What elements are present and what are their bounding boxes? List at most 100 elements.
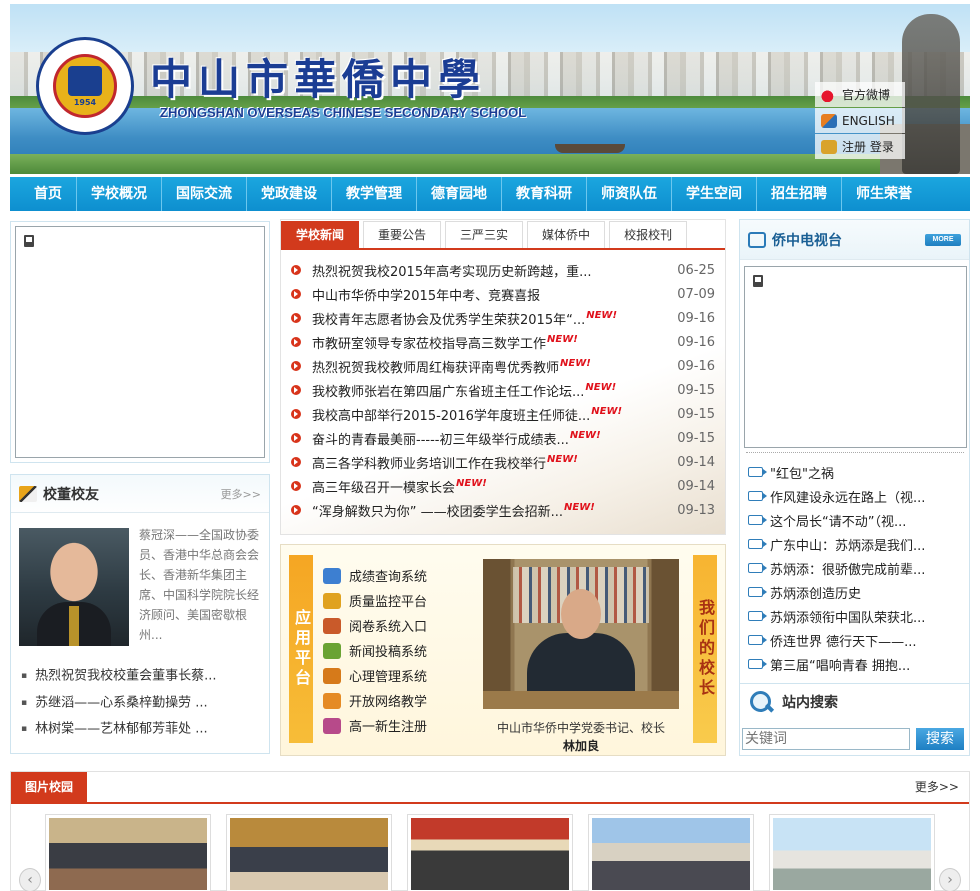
search-title: 站内搜索 <box>782 695 838 711</box>
app-link[interactable]: 高一新生注册 <box>323 713 463 738</box>
news-row[interactable]: 高三各学科教师业务培训工作在我校举行NEW! 09-14 <box>291 450 715 474</box>
nav-faculty[interactable]: 师资队伍 <box>587 177 672 211</box>
news-title[interactable]: 市教研室领导专家莅校指导高三数学工作NEW! <box>312 333 665 351</box>
alumni-panel: 校董校友 更多>> 蔡冠深——全国政协委员、香港中华总商会会长、香港新华集团主席… <box>10 474 270 754</box>
nav-home[interactable]: 首页 <box>20 177 77 211</box>
alumni-more-link[interactable]: 更多>> <box>221 486 261 502</box>
news-row[interactable]: 奋斗的青春最美丽-----初三年级举行成绩表...NEW! 09-15 <box>291 426 715 450</box>
news-title[interactable]: 中山市华侨中学2015年中考、竞赛喜报 <box>312 285 665 304</box>
school-logo[interactable]: 1954 <box>36 37 134 135</box>
list-item[interactable]: 第三届“唱响青春 拥抱... <box>748 652 964 676</box>
list-item[interactable]: 作风建设永远在路上（视... <box>748 484 964 508</box>
app-link-label: 心理管理系统 <box>349 670 428 685</box>
principal-name[interactable]: 林加良 <box>563 739 599 753</box>
campus-photo-5[interactable] <box>769 814 935 891</box>
app-link[interactable]: 成绩查询系统 <box>323 563 463 588</box>
news-row[interactable]: 热烈祝贺我校教师周红梅获评南粤优秀教师NEW! 09-16 <box>291 354 715 378</box>
nav-student-space[interactable]: 学生空间 <box>672 177 757 211</box>
nav-moral-education[interactable]: 德育园地 <box>417 177 502 211</box>
nav-school-overview[interactable]: 学校概况 <box>77 177 162 211</box>
tab-school-news[interactable]: 学校新闻 <box>281 221 360 248</box>
tab-school-paper[interactable]: 校报校刊 <box>609 221 688 248</box>
news-row[interactable]: 中山市华侨中学2015年中考、竞赛喜报 07-09 <box>291 282 715 306</box>
app-link[interactable]: 心理管理系统 <box>323 663 463 688</box>
news-row[interactable]: 我校高中部举行2015-2016学年度班主任师徒...NEW! 09-15 <box>291 402 715 426</box>
news-title[interactable]: 奋斗的青春最美丽-----初三年级举行成绩表...NEW! <box>312 429 665 447</box>
list-item[interactable]: "红包"之祸 <box>748 460 964 484</box>
news-date: 09-14 <box>677 478 715 494</box>
nav-honors[interactable]: 师生荣誉 <box>842 177 926 211</box>
list-item[interactable]: 苏继滔——心系桑梓勤操劳 ... <box>21 690 261 717</box>
tv-video-list: "红包"之祸 作风建设永远在路上（视... 这个局长“请不动”（视... 广东中山：苏… <box>748 460 964 676</box>
weibo-link[interactable]: 官方微博 <box>815 82 905 107</box>
campus-photo-3[interactable] <box>407 814 573 891</box>
chevron-right-icon[interactable]: › <box>939 868 961 891</box>
english-link[interactable]: ENGLISH <box>815 108 905 133</box>
nav-party-building[interactable]: 党政建设 <box>247 177 332 211</box>
app-link[interactable]: 新闻投稿系统 <box>323 638 463 663</box>
news-title[interactable]: 我校青年志愿者协会及优秀学生荣获2015年“...NEW! <box>312 309 665 327</box>
principal-photo[interactable] <box>483 559 679 709</box>
news-title[interactable]: 高三年级召开一模家长会NEW! <box>312 477 665 495</box>
principal-label[interactable]: 我们的校长 <box>693 555 717 743</box>
news-title[interactable]: 热烈祝贺我校教师周红梅获评南粤优秀教师NEW! <box>312 357 665 375</box>
news-title[interactable]: 高三各学科教师业务培训工作在我校举行NEW! <box>312 453 665 471</box>
new-badge-icon: NEW! <box>569 430 601 442</box>
nav-research[interactable]: 教育科研 <box>502 177 587 211</box>
weibo-link-label: 官方微博 <box>842 88 891 102</box>
news-title[interactable]: 我校教师张岩在第四届广东省班主任工作论坛...NEW! <box>312 381 665 399</box>
photo-campus-more-link[interactable]: 更多>> <box>915 772 969 802</box>
campus-photo-4[interactable] <box>588 814 754 891</box>
list-item[interactable]: 这个局长“请不动”（视... <box>748 508 964 532</box>
nav-admissions[interactable]: 招生招聘 <box>757 177 842 211</box>
search-button[interactable]: 搜索 <box>916 728 964 750</box>
login-link[interactable]: 注册 登录 <box>815 134 905 159</box>
new-badge-icon: NEW! <box>564 502 595 514</box>
app-link[interactable]: 阅卷系统入口 <box>323 613 463 638</box>
left-flash-box <box>10 221 270 463</box>
video-icon <box>748 563 767 573</box>
campus-photo-1[interactable] <box>45 814 211 891</box>
chevron-left-icon[interactable]: ‹ <box>19 868 41 891</box>
news-row[interactable]: “浑身解数只为你” ——校团委学生会招新...NEW! 09-13 <box>291 498 715 522</box>
news-tabs: 学校新闻 重要公告 三严三实 媒体侨中 校报校刊 <box>281 220 725 250</box>
app-link[interactable]: 开放网络教学 <box>323 688 463 713</box>
tv-video-player[interactable] <box>744 266 967 448</box>
tv-icon <box>748 231 766 248</box>
news-date: 09-16 <box>677 358 715 374</box>
search-input[interactable] <box>742 728 910 750</box>
list-item[interactable]: 苏炳添领衔中国队荣获北... <box>748 604 964 628</box>
list-item[interactable]: 苏炳添：很骄傲完成前辈... <box>748 556 964 580</box>
alumni-bio[interactable]: 蔡冠深——全国政协委员、香港中华总商会会长、香港新华集团主席、中国科学院院长经济… <box>139 525 263 645</box>
left-media-player[interactable] <box>15 226 265 458</box>
arrow-bullet-icon <box>291 433 301 443</box>
nav-international[interactable]: 国际交流 <box>162 177 247 211</box>
campus-photo-2[interactable] <box>226 814 392 891</box>
news-row[interactable]: 我校教师张岩在第四届广东省班主任工作论坛...NEW! 09-15 <box>291 378 715 402</box>
list-item[interactable]: 广东中山：苏炳添是我们... <box>748 532 964 556</box>
nav-teaching[interactable]: 教学管理 <box>332 177 417 211</box>
news-row[interactable]: 热烈祝贺我校2015年高考实现历史新跨越，重... 06-25 <box>291 258 715 282</box>
news-row[interactable]: 高三年级召开一模家长会NEW! 09-14 <box>291 474 715 498</box>
news-row[interactable]: 我校青年志愿者协会及优秀学生荣获2015年“...NEW! 09-16 <box>291 306 715 330</box>
pen-icon <box>19 485 37 502</box>
alumni-photo[interactable] <box>19 528 129 646</box>
list-item[interactable]: 侨连世界 德行天下——... <box>748 628 964 652</box>
news-title[interactable]: 我校高中部举行2015-2016学年度班主任师徒...NEW! <box>312 405 665 423</box>
list-item[interactable]: 苏炳添创造历史 <box>748 580 964 604</box>
news-title[interactable]: 热烈祝贺我校2015年高考实现历史新跨越，重... <box>312 261 665 280</box>
video-icon <box>748 539 767 549</box>
magnifier-icon <box>748 689 774 715</box>
list-item[interactable]: 热烈祝贺我校校董会董事长蔡... <box>21 663 261 690</box>
news-row[interactable]: 市教研室领导专家莅校指导高三数学工作NEW! 09-16 <box>291 330 715 354</box>
tab-three-stricts[interactable]: 三严三实 <box>445 221 524 248</box>
news-date: 09-15 <box>677 382 715 398</box>
tv-more-button[interactable]: MORE <box>925 233 961 246</box>
list-item[interactable]: 林树棠——艺林郁郁芳菲处 ... <box>21 716 261 743</box>
news-title[interactable]: “浑身解数只为你” ——校团委学生会招新...NEW! <box>312 501 665 519</box>
main-nav: 首页 学校概况 国际交流 党政建设 教学管理 德育园地 教育科研 师资队伍 学生… <box>10 177 970 211</box>
app-link[interactable]: 质量监控平台 <box>323 588 463 613</box>
tab-announcements[interactable]: 重要公告 <box>363 221 442 248</box>
english-link-label: ENGLISH <box>842 113 895 128</box>
tab-media[interactable]: 媒体侨中 <box>527 221 606 248</box>
